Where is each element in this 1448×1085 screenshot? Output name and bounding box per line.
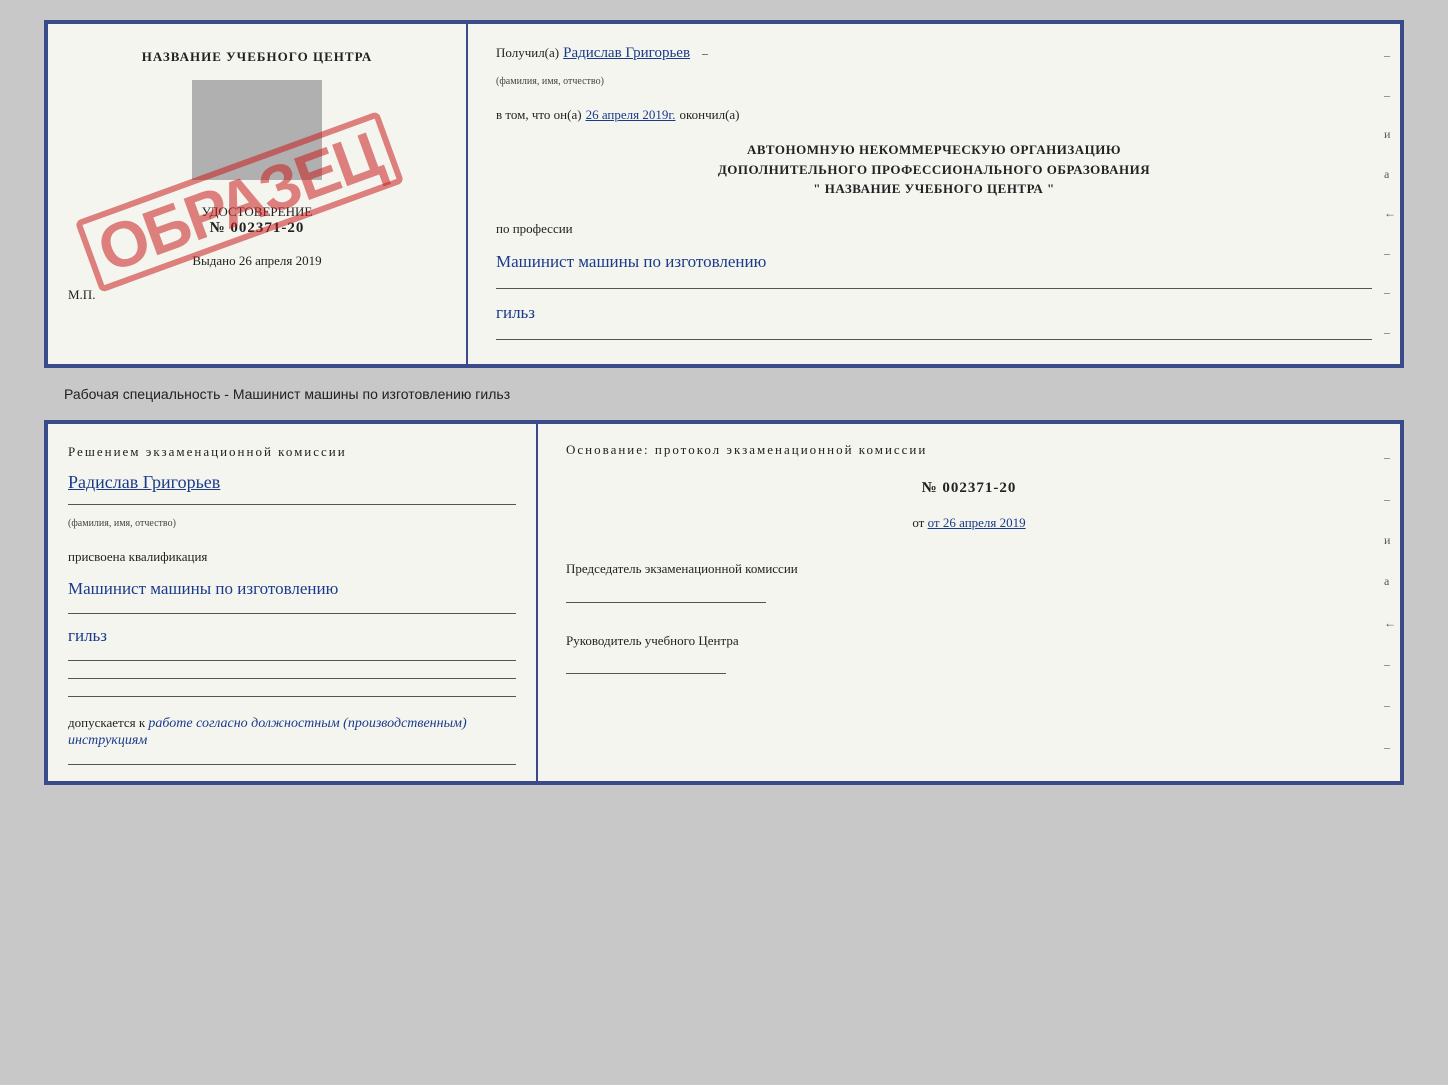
top-doc-right: Получил(а) Радислав Григорьев – (фамилия… [468,24,1400,364]
bottom-document: Решением экзаменационной комиссии Радисл… [44,420,1404,785]
underline-dopusk [68,761,516,765]
po-professii-row: по профессии [496,219,1372,239]
fio-label-top: (фамилия, имя, отчество) [496,76,604,87]
protocol-number: № 002371-20 [566,480,1372,497]
top-left-title: НАЗВАНИЕ УЧЕБНОГО ЦЕНТРА [142,48,373,66]
rukovoditel-label: Руководитель учебного Центра [566,631,1372,651]
ot-date: от 26 апреля 2019 [928,515,1026,530]
okončil-text: окончил(а) [679,105,739,125]
bottom-fio-label: (фамилия, имя, отчество) [68,518,176,529]
poluchil-prefix: Получил(а) [496,43,559,63]
rukovoditel-block: Руководитель учебного Центра [566,631,1372,675]
bottom-doc-left: Решением экзаменационной комиссии Радисл… [48,424,538,781]
profession-top-2: гильз [496,299,1372,326]
block-line3: " НАЗВАНИЕ УЧЕБНОГО ЦЕНТРА " [496,179,1372,199]
underline-2 [496,336,1372,340]
chairman-sig-line [566,599,766,603]
rukovoditel-sig-line [566,670,726,674]
specialty-caption: Рабочая специальность - Машинист машины … [64,386,510,402]
profession-top-1: Машинист машины по изготовлению [496,248,1372,275]
mp-line: М.П. [68,287,95,303]
ot-row: от от 26 апреля 2019 [566,515,1372,531]
vydano-line: Выдано 26 апреля 2019 [192,253,321,269]
block-line1: АВТОНОМНУЮ НЕКОММЕРЧЕСКУЮ ОРГАНИЗАЦИЮ [496,140,1372,160]
bottom-doc-right: Основание: протокол экзаменационной коми… [538,424,1400,781]
resheniem-text: Решением экзаменационной комиссии [68,444,516,460]
dopuskaetsya-row: допускается к работе согласно должностны… [68,715,516,749]
osnovanie-text: Основание: протокол экзаменационной коми… [566,442,1372,458]
photo-placeholder [192,80,322,180]
underline-b3 [68,675,516,679]
side-marks-bottom: – – и а ← – – – [1384,424,1396,781]
underline-b1 [68,610,516,614]
chairman-label: Председатель экзаменационной комиссии [566,559,1372,579]
protocol-number-block: № 002371-20 [566,480,1372,497]
bottom-name: Радислав Григорьев [68,472,516,493]
ot-prefix: от [912,515,927,530]
bottom-underline-name [68,501,516,505]
cert-label: УДОСТОВЕРЕНИЕ [202,204,313,220]
cert-number: № 002371-20 [210,220,305,237]
poluchil-row: Получил(а) Радислав Григорьев – [496,42,1372,65]
vtom-prefix: в том, что он(а) [496,105,582,125]
vydano-text: Выдано 26 апреля 2019 [192,253,321,268]
vtom-row: в том, что он(а) 26 апреля 2019г. окончи… [496,105,1372,125]
side-marks-top: – – и а ← – – – [1384,24,1396,364]
chairman-block: Председатель экзаменационной комиссии [566,559,1372,603]
stamp-area: ОБРАЗЕЦ УДОСТОВЕРЕНИЕ № 002371-20 [68,204,446,237]
underline-1 [496,285,1372,289]
top-document: НАЗВАНИЕ УЧЕБНОГО ЦЕНТРА ОБРАЗЕЦ УДОСТОВ… [44,20,1404,368]
prisvoena-label: присвоена квалификация [68,547,207,567]
profession-bottom-1: Машинист машины по изготовлению [68,575,516,602]
profession-bottom-2: гильз [68,622,516,649]
underline-b4 [68,693,516,697]
poluchil-name: Радислав Григорьев [563,42,690,65]
underline-b2 [68,657,516,661]
vtom-date: 26 апреля 2019г. [586,105,676,125]
dopuskaetsya-prefix: допускается к [68,715,145,730]
po-professii-label: по профессии [496,219,573,239]
top-doc-left: НАЗВАНИЕ УЧЕБНОГО ЦЕНТРА ОБРАЗЕЦ УДОСТОВ… [48,24,468,364]
block-line2: ДОПОЛНИТЕЛЬНОГО ПРОФЕССИОНАЛЬНОГО ОБРАЗО… [496,160,1372,180]
prisvoena-row: присвоена квалификация [68,547,516,567]
